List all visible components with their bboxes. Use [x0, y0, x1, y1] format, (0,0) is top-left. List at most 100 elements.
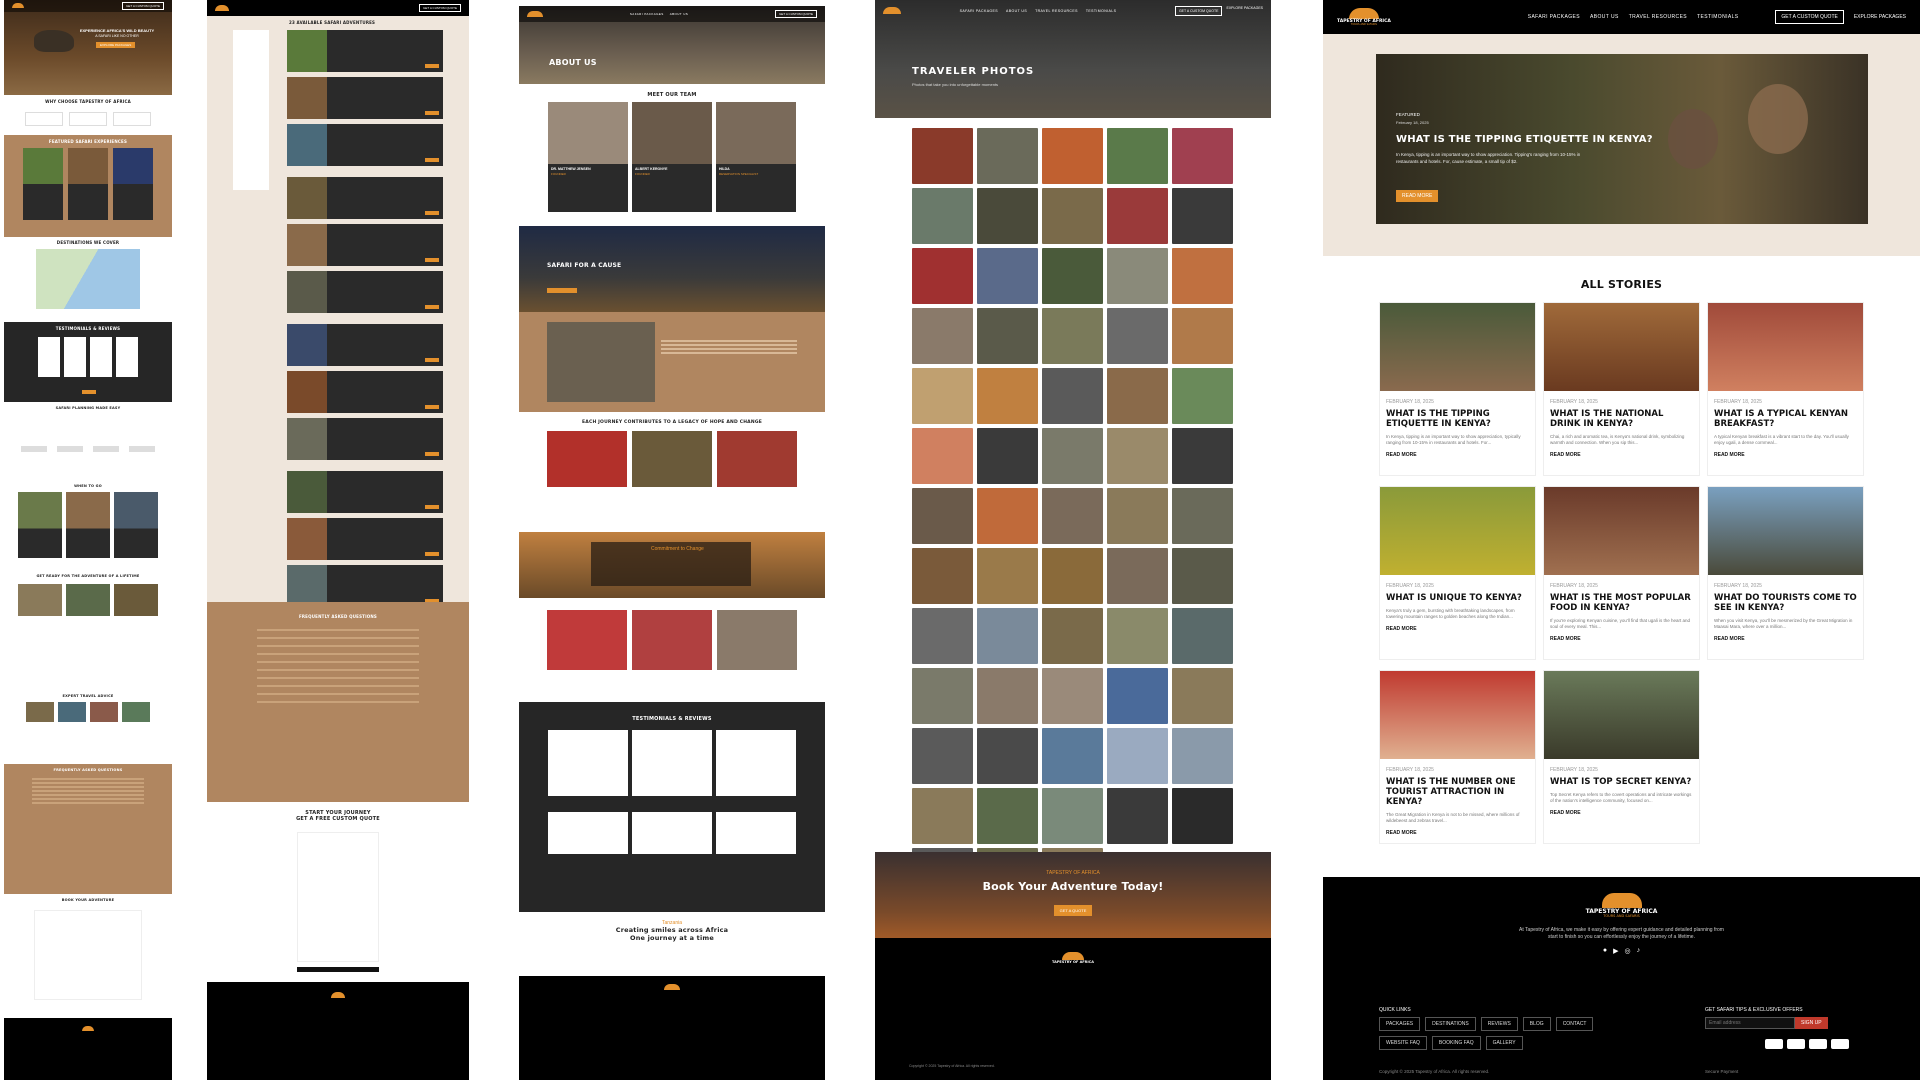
story-read-more-link[interactable]: READ MORE	[1386, 830, 1529, 836]
quick-link[interactable]: CONTACT	[1555, 1017, 1594, 1031]
package-card[interactable]	[287, 324, 443, 366]
story-card[interactable]: FEBRUARY 18, 2025 WHAT IS A TYPICAL KENYA…	[1707, 302, 1864, 476]
package-book-button[interactable]	[425, 405, 439, 409]
newsletter-email-input[interactable]	[1705, 1017, 1795, 1029]
traveler-photo[interactable]	[912, 188, 973, 244]
traveler-photo[interactable]	[977, 728, 1038, 784]
story-title[interactable]: WHAT IS A TYPICAL KENYAN BREAKFAST?	[1714, 409, 1857, 429]
traveler-photo[interactable]	[1172, 668, 1233, 724]
story-read-more-link[interactable]: READ MORE	[1714, 452, 1857, 458]
traveler-photo[interactable]	[912, 788, 973, 844]
package-book-button[interactable]	[425, 552, 439, 556]
story-card[interactable]: FEBRUARY 18, 2025 WHAT IS TOP SECRET KENY…	[1543, 670, 1700, 844]
traveler-photo[interactable]	[1172, 428, 1233, 484]
package-card[interactable]	[287, 177, 443, 219]
traveler-photo[interactable]	[1042, 788, 1103, 844]
home-hero-cta[interactable]: EXPLORE PACKAGES	[96, 42, 136, 48]
story-image[interactable]	[1544, 671, 1699, 759]
cause-cta[interactable]	[547, 288, 577, 293]
traveler-photo[interactable]	[1172, 188, 1233, 244]
about-logo[interactable]	[527, 10, 543, 18]
about-quote-button[interactable]: GET A CUSTOM QUOTE	[775, 10, 817, 18]
traveler-photo[interactable]	[1107, 608, 1168, 664]
story-title[interactable]: WHAT IS TOP SECRET KENYA?	[1550, 777, 1693, 787]
story-read-more-link[interactable]: READ MORE	[1550, 452, 1693, 458]
featured-story-card[interactable]: FEATURED February 18, 2025 WHAT IS THE T…	[1376, 54, 1868, 224]
package-book-button[interactable]	[425, 505, 439, 509]
traveler-photo[interactable]	[1172, 788, 1233, 844]
traveler-photo[interactable]	[1042, 608, 1103, 664]
traveler-photo[interactable]	[912, 428, 973, 484]
package-card[interactable]	[287, 418, 443, 460]
traveler-photo[interactable]	[1107, 728, 1168, 784]
home-logo[interactable]	[12, 3, 24, 9]
photos-cta-button[interactable]: GET A QUOTE	[1053, 905, 1093, 916]
story-card[interactable]: FEBRUARY 18, 2025 WHAT IS THE NUMBER ONE …	[1379, 670, 1536, 844]
photos-nav-link[interactable]: SAFARI PACKAGES	[960, 9, 998, 13]
story-image[interactable]	[1380, 487, 1535, 575]
traveler-photo[interactable]	[977, 548, 1038, 604]
traveler-photo[interactable]	[1107, 788, 1168, 844]
featured-card[interactable]	[23, 148, 63, 220]
story-read-more-link[interactable]: READ MORE	[1714, 636, 1857, 642]
traveler-photo[interactable]	[1107, 368, 1168, 424]
quick-link[interactable]: REVIEWS	[1480, 1017, 1518, 1031]
package-card[interactable]	[287, 565, 443, 607]
story-read-more-link[interactable]: READ MORE	[1550, 636, 1693, 642]
traveler-photo[interactable]	[977, 788, 1038, 844]
testimonials-cta[interactable]	[82, 390, 96, 394]
nav-link-packages[interactable]: SAFARI PACKAGES	[1528, 14, 1580, 20]
package-card[interactable]	[287, 224, 443, 266]
photos-logo[interactable]	[883, 7, 901, 15]
traveler-photo[interactable]	[912, 128, 973, 184]
photos-explore-link[interactable]: EXPLORE PACKAGES	[1226, 6, 1263, 16]
quick-link[interactable]: PACKAGES	[1379, 1017, 1421, 1031]
traveler-photo[interactable]	[912, 548, 973, 604]
traveler-photo[interactable]	[977, 428, 1038, 484]
traveler-photo[interactable]	[1107, 308, 1168, 364]
packages-quote-button[interactable]: GET A CUSTOM QUOTE	[419, 4, 461, 12]
traveler-photo[interactable]	[1042, 548, 1103, 604]
traveler-photo[interactable]	[1107, 188, 1168, 244]
nav-link-testimonials[interactable]: TESTIMONIALS	[1697, 14, 1738, 20]
traveler-photo[interactable]	[977, 128, 1038, 184]
package-card[interactable]	[287, 124, 443, 166]
package-book-button[interactable]	[425, 305, 439, 309]
story-read-more-link[interactable]: READ MORE	[1550, 810, 1693, 816]
traveler-photo[interactable]	[1042, 428, 1103, 484]
traveler-photo[interactable]	[1172, 548, 1233, 604]
story-card[interactable]: FEBRUARY 18, 2025 WHAT IS UNIQUE TO KENYA…	[1379, 486, 1536, 660]
traveler-photo[interactable]	[1107, 248, 1168, 304]
story-image[interactable]	[1544, 303, 1699, 391]
traveler-photo[interactable]	[1042, 488, 1103, 544]
package-card[interactable]	[287, 30, 443, 72]
story-title[interactable]: WHAT IS THE MOST POPULAR FOOD IN KENYA?	[1550, 593, 1693, 613]
about-nav-link[interactable]: ABOUT US	[670, 12, 688, 16]
story-title[interactable]: WHAT DO TOURISTS COME TO SEE IN KENYA?	[1714, 593, 1857, 613]
story-card[interactable]: FEBRUARY 18, 2025 WHAT IS THE NATIONAL DR…	[1543, 302, 1700, 476]
traveler-photo[interactable]	[912, 368, 973, 424]
traveler-photo[interactable]	[1107, 428, 1168, 484]
traveler-photo[interactable]	[977, 188, 1038, 244]
traveler-photo[interactable]	[1172, 488, 1233, 544]
story-image[interactable]	[1380, 303, 1535, 391]
story-read-more-link[interactable]: READ MORE	[1386, 452, 1529, 458]
quick-link[interactable]: BLOG	[1522, 1017, 1551, 1031]
featured-read-more-button[interactable]: READ MORE	[1396, 190, 1439, 202]
package-book-button[interactable]	[425, 358, 439, 362]
package-card[interactable]	[287, 471, 443, 513]
traveler-photo[interactable]	[1172, 608, 1233, 664]
story-read-more-link[interactable]: READ MORE	[1386, 626, 1529, 632]
traveler-photo[interactable]	[1042, 188, 1103, 244]
traveler-photo[interactable]	[1042, 728, 1103, 784]
traveler-photo[interactable]	[912, 728, 973, 784]
traveler-photo[interactable]	[977, 608, 1038, 664]
quick-link[interactable]: BOOKING FAQ	[1431, 1036, 1481, 1050]
home-quote-form[interactable]	[34, 910, 142, 1000]
packages-submit-button[interactable]	[297, 967, 379, 972]
featured-card[interactable]	[68, 148, 108, 220]
quick-link[interactable]: GALLERY	[1485, 1036, 1523, 1050]
story-image[interactable]	[1708, 487, 1863, 575]
story-image[interactable]	[1544, 487, 1699, 575]
traveler-photo[interactable]	[1172, 248, 1233, 304]
